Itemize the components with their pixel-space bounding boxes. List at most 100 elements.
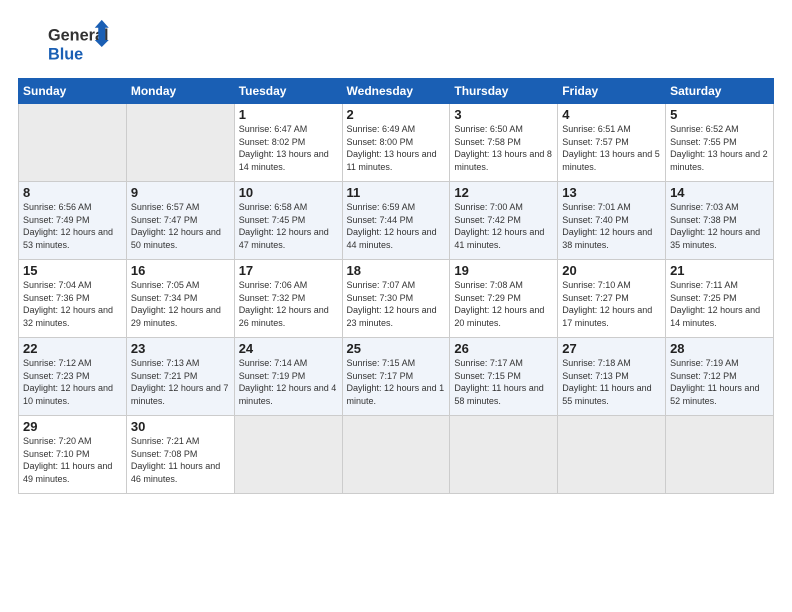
day-info: Sunrise: 7:21 AMSunset: 7:08 PMDaylight:… <box>131 435 230 485</box>
day-number: 14 <box>670 185 769 200</box>
calendar-cell: 8Sunrise: 6:56 AMSunset: 7:49 PMDaylight… <box>19 182 127 260</box>
day-info: Sunrise: 7:13 AMSunset: 7:21 PMDaylight:… <box>131 357 230 407</box>
day-info: Sunrise: 7:17 AMSunset: 7:15 PMDaylight:… <box>454 357 553 407</box>
day-info: Sunrise: 6:59 AMSunset: 7:44 PMDaylight:… <box>347 201 446 251</box>
calendar-cell: 15Sunrise: 7:04 AMSunset: 7:36 PMDayligh… <box>19 260 127 338</box>
day-info: Sunrise: 7:14 AMSunset: 7:19 PMDaylight:… <box>239 357 338 407</box>
day-number: 26 <box>454 341 553 356</box>
calendar-cell: 12Sunrise: 7:00 AMSunset: 7:42 PMDayligh… <box>450 182 558 260</box>
calendar-cell <box>19 104 127 182</box>
day-info: Sunrise: 6:58 AMSunset: 7:45 PMDaylight:… <box>239 201 338 251</box>
day-info: Sunrise: 7:06 AMSunset: 7:32 PMDaylight:… <box>239 279 338 329</box>
day-number: 23 <box>131 341 230 356</box>
day-info: Sunrise: 7:12 AMSunset: 7:23 PMDaylight:… <box>23 357 122 407</box>
day-number: 20 <box>562 263 661 278</box>
calendar-cell: 16Sunrise: 7:05 AMSunset: 7:34 PMDayligh… <box>126 260 234 338</box>
day-number: 19 <box>454 263 553 278</box>
day-number: 5 <box>670 107 769 122</box>
calendar-cell: 20Sunrise: 7:10 AMSunset: 7:27 PMDayligh… <box>558 260 666 338</box>
calendar-cell <box>126 104 234 182</box>
calendar-cell: 21Sunrise: 7:11 AMSunset: 7:25 PMDayligh… <box>666 260 774 338</box>
calendar-cell: 9Sunrise: 6:57 AMSunset: 7:47 PMDaylight… <box>126 182 234 260</box>
calendar-cell: 28Sunrise: 7:19 AMSunset: 7:12 PMDayligh… <box>666 338 774 416</box>
col-header-sunday: Sunday <box>19 79 127 104</box>
col-header-wednesday: Wednesday <box>342 79 450 104</box>
calendar-cell: 29Sunrise: 7:20 AMSunset: 7:10 PMDayligh… <box>19 416 127 494</box>
day-number: 10 <box>239 185 338 200</box>
day-number: 12 <box>454 185 553 200</box>
page-container: General Blue SundayMondayTuesdayWednesda… <box>0 0 792 504</box>
day-number: 22 <box>23 341 122 356</box>
calendar-week-3: 22Sunrise: 7:12 AMSunset: 7:23 PMDayligh… <box>19 338 774 416</box>
calendar-cell: 3Sunrise: 6:50 AMSunset: 7:58 PMDaylight… <box>450 104 558 182</box>
day-number: 17 <box>239 263 338 278</box>
day-info: Sunrise: 6:49 AMSunset: 8:00 PMDaylight:… <box>347 123 446 173</box>
day-info: Sunrise: 7:08 AMSunset: 7:29 PMDaylight:… <box>454 279 553 329</box>
day-info: Sunrise: 6:50 AMSunset: 7:58 PMDaylight:… <box>454 123 553 173</box>
day-info: Sunrise: 6:52 AMSunset: 7:55 PMDaylight:… <box>670 123 769 173</box>
day-info: Sunrise: 6:51 AMSunset: 7:57 PMDaylight:… <box>562 123 661 173</box>
calendar-week-1: 8Sunrise: 6:56 AMSunset: 7:49 PMDaylight… <box>19 182 774 260</box>
day-number: 16 <box>131 263 230 278</box>
calendar-cell: 10Sunrise: 6:58 AMSunset: 7:45 PMDayligh… <box>234 182 342 260</box>
calendar-cell: 24Sunrise: 7:14 AMSunset: 7:19 PMDayligh… <box>234 338 342 416</box>
day-info: Sunrise: 7:18 AMSunset: 7:13 PMDaylight:… <box>562 357 661 407</box>
day-number: 15 <box>23 263 122 278</box>
day-number: 27 <box>562 341 661 356</box>
calendar-cell: 18Sunrise: 7:07 AMSunset: 7:30 PMDayligh… <box>342 260 450 338</box>
calendar-cell <box>234 416 342 494</box>
day-number: 9 <box>131 185 230 200</box>
calendar-cell: 19Sunrise: 7:08 AMSunset: 7:29 PMDayligh… <box>450 260 558 338</box>
day-number: 4 <box>562 107 661 122</box>
day-number: 2 <box>347 107 446 122</box>
day-number: 18 <box>347 263 446 278</box>
calendar-cell: 4Sunrise: 6:51 AMSunset: 7:57 PMDaylight… <box>558 104 666 182</box>
col-header-monday: Monday <box>126 79 234 104</box>
col-header-friday: Friday <box>558 79 666 104</box>
day-number: 30 <box>131 419 230 434</box>
day-info: Sunrise: 7:11 AMSunset: 7:25 PMDaylight:… <box>670 279 769 329</box>
calendar-cell: 13Sunrise: 7:01 AMSunset: 7:40 PMDayligh… <box>558 182 666 260</box>
calendar-cell <box>342 416 450 494</box>
day-number: 24 <box>239 341 338 356</box>
day-info: Sunrise: 7:04 AMSunset: 7:36 PMDaylight:… <box>23 279 122 329</box>
day-info: Sunrise: 7:07 AMSunset: 7:30 PMDaylight:… <box>347 279 446 329</box>
day-number: 8 <box>23 185 122 200</box>
calendar-cell: 27Sunrise: 7:18 AMSunset: 7:13 PMDayligh… <box>558 338 666 416</box>
calendar-cell: 30Sunrise: 7:21 AMSunset: 7:08 PMDayligh… <box>126 416 234 494</box>
calendar-cell: 23Sunrise: 7:13 AMSunset: 7:21 PMDayligh… <box>126 338 234 416</box>
calendar-week-0: 1Sunrise: 6:47 AMSunset: 8:02 PMDaylight… <box>19 104 774 182</box>
calendar-cell <box>558 416 666 494</box>
day-number: 25 <box>347 341 446 356</box>
day-info: Sunrise: 7:05 AMSunset: 7:34 PMDaylight:… <box>131 279 230 329</box>
calendar-cell <box>450 416 558 494</box>
day-number: 3 <box>454 107 553 122</box>
day-number: 11 <box>347 185 446 200</box>
calendar-cell: 26Sunrise: 7:17 AMSunset: 7:15 PMDayligh… <box>450 338 558 416</box>
day-info: Sunrise: 7:20 AMSunset: 7:10 PMDaylight:… <box>23 435 122 485</box>
calendar-table: SundayMondayTuesdayWednesdayThursdayFrid… <box>18 78 774 494</box>
day-info: Sunrise: 7:19 AMSunset: 7:12 PMDaylight:… <box>670 357 769 407</box>
calendar-cell: 1Sunrise: 6:47 AMSunset: 8:02 PMDaylight… <box>234 104 342 182</box>
day-number: 28 <box>670 341 769 356</box>
calendar-cell: 11Sunrise: 6:59 AMSunset: 7:44 PMDayligh… <box>342 182 450 260</box>
calendar-cell: 2Sunrise: 6:49 AMSunset: 8:00 PMDaylight… <box>342 104 450 182</box>
calendar-cell: 17Sunrise: 7:06 AMSunset: 7:32 PMDayligh… <box>234 260 342 338</box>
day-number: 13 <box>562 185 661 200</box>
day-info: Sunrise: 7:01 AMSunset: 7:40 PMDaylight:… <box>562 201 661 251</box>
day-number: 1 <box>239 107 338 122</box>
day-number: 29 <box>23 419 122 434</box>
calendar-cell: 14Sunrise: 7:03 AMSunset: 7:38 PMDayligh… <box>666 182 774 260</box>
calendar-body: 1Sunrise: 6:47 AMSunset: 8:02 PMDaylight… <box>19 104 774 494</box>
calendar-header-row: SundayMondayTuesdayWednesdayThursdayFrid… <box>19 79 774 104</box>
svg-text:Blue: Blue <box>48 45 83 63</box>
calendar-cell: 25Sunrise: 7:15 AMSunset: 7:17 PMDayligh… <box>342 338 450 416</box>
day-info: Sunrise: 7:15 AMSunset: 7:17 PMDaylight:… <box>347 357 446 407</box>
day-info: Sunrise: 6:56 AMSunset: 7:49 PMDaylight:… <box>23 201 122 251</box>
calendar-cell: 22Sunrise: 7:12 AMSunset: 7:23 PMDayligh… <box>19 338 127 416</box>
day-info: Sunrise: 7:00 AMSunset: 7:42 PMDaylight:… <box>454 201 553 251</box>
day-info: Sunrise: 7:03 AMSunset: 7:38 PMDaylight:… <box>670 201 769 251</box>
col-header-tuesday: Tuesday <box>234 79 342 104</box>
day-number: 21 <box>670 263 769 278</box>
page-header: General Blue <box>18 18 774 68</box>
